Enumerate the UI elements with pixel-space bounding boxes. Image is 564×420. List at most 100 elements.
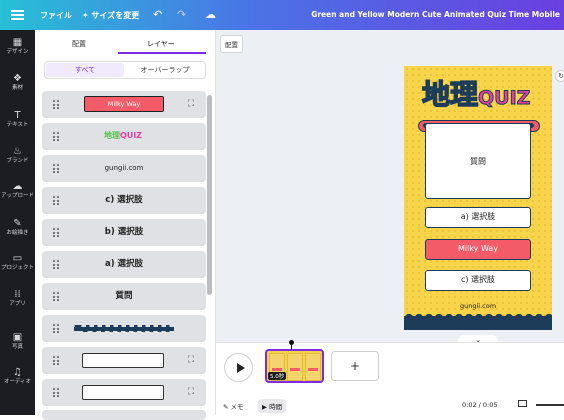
- rail-item-brand[interactable]: ♨ ブランド: [0, 147, 35, 165]
- logo-part-a: 地理: [421, 77, 479, 112]
- bottom-wave[interactable]: [404, 312, 552, 330]
- layer-row[interactable]: 地理QUIZ: [42, 123, 206, 150]
- left-rail: ▦ デザイン ❖ 素材 T テキスト ♨ ブランド ☁ アップロード ✎ お絵描き ▭ プロジ…: [0, 30, 35, 415]
- rail-label: 写真: [11, 344, 23, 350]
- upload-icon: ☁: [12, 181, 23, 192]
- rail-item-text[interactable]: T テキスト: [0, 111, 35, 129]
- zoom-slider[interactable]: [536, 404, 564, 406]
- rail-item-design[interactable]: ▦ デザイン: [0, 38, 35, 56]
- layer-row[interactable]: [42, 410, 206, 420]
- timer-label: 時間: [269, 403, 283, 411]
- logo-part-a: 地理: [104, 131, 120, 140]
- option-b[interactable]: Milky Way: [425, 239, 531, 260]
- playhead-line: [291, 344, 292, 350]
- layer-row[interactable]: 質問: [42, 283, 206, 310]
- clip-duration: 5.0秒: [268, 372, 287, 380]
- drag-handle-icon[interactable]: [53, 324, 59, 333]
- rail-item-projects[interactable]: ▭ プロジェクト: [0, 254, 35, 272]
- question-card[interactable]: 質問: [425, 123, 531, 199]
- rail-label: デザイン: [6, 49, 29, 55]
- layer-row[interactable]: c) 選択肢: [42, 187, 206, 214]
- layer-filter-toggle: すべて オーバーラップ: [44, 61, 206, 79]
- cloud-save-icon[interactable]: ☁: [205, 8, 216, 21]
- layer-label: c) 選択肢: [105, 195, 143, 205]
- notes-button[interactable]: ✎ メモ: [223, 401, 244, 411]
- rail-label: アップロード: [0, 193, 34, 199]
- layer-preview-wave-crest: [74, 325, 174, 332]
- filter-all-button[interactable]: すべて: [46, 63, 124, 77]
- rail-label: ブランド: [6, 158, 29, 164]
- resize-label: サイズを変更: [91, 11, 140, 20]
- rail-item-draw[interactable]: ✎ お絵描き: [0, 219, 35, 237]
- rail-item-uploads[interactable]: ☁ アップロード: [0, 182, 35, 200]
- drag-handle-icon[interactable]: [53, 356, 59, 365]
- rail-label: アプリ: [9, 301, 26, 307]
- play-icon: [237, 363, 245, 373]
- design-page[interactable]: 地理QUIZ 質問 a) 選択肢 Milky Way c) 選択肢 gungii…: [404, 66, 552, 330]
- notes-label: メモ: [230, 403, 244, 411]
- apps-icon: ⁞⁞: [14, 289, 21, 300]
- refresh-icon[interactable]: ↻: [555, 70, 564, 82]
- rail-label: オーディオ: [3, 379, 32, 385]
- option-c[interactable]: c) 選択肢: [425, 270, 531, 291]
- layer-row[interactable]: ⛶: [42, 379, 206, 406]
- tab-layers[interactable]: レイヤー: [147, 39, 175, 49]
- rail-item-elements[interactable]: ❖ 素材: [0, 74, 35, 92]
- resize-button[interactable]: ✦ サイズを変更: [82, 10, 139, 21]
- playback-counter: 0:02 / 0:05: [462, 401, 498, 409]
- photo-icon: ▣: [12, 332, 23, 343]
- layers-panel: 配置 レイヤー すべて オーバーラップ Milky Way ⛶ 地理QUIZ g…: [35, 30, 216, 420]
- file-menu[interactable]: ファイル: [40, 10, 72, 21]
- layer-row[interactable]: b) 選択肢: [42, 219, 206, 246]
- arrange-button[interactable]: 配置: [220, 35, 243, 53]
- rail-item-audio[interactable]: ♫ オーディオ: [0, 368, 35, 386]
- music-icon: ♫: [13, 367, 22, 378]
- play-button[interactable]: [224, 353, 253, 382]
- layer-label: a) 選択肢: [104, 259, 144, 269]
- group-icon[interactable]: ⛶: [186, 387, 196, 397]
- notes-icon: ✎: [223, 403, 229, 411]
- clip-frame: [287, 353, 303, 381]
- bottom-bar: ✎ メモ ▶ 時間 0:02 / 0:05: [216, 396, 564, 415]
- layer-label: gungii.com: [104, 164, 144, 172]
- group-icon[interactable]: ⛶: [186, 99, 196, 109]
- drag-handle-icon[interactable]: [53, 388, 59, 397]
- option-a[interactable]: a) 選択肢: [425, 207, 531, 228]
- layer-preview-box: [82, 385, 164, 400]
- layer-label: 質問: [115, 291, 133, 301]
- rail-label: テキスト: [6, 122, 29, 128]
- group-icon[interactable]: ⛶: [186, 355, 196, 365]
- layers-scrollbar[interactable]: [207, 95, 212, 295]
- top-bar: ファイル ✦ サイズを変更 ↶ ↷ ☁ Green and Yellow Mod…: [0, 0, 564, 30]
- rail-item-apps[interactable]: ⁞⁞ アプリ: [0, 290, 35, 308]
- rail-label: 素材: [11, 85, 23, 91]
- text-icon: T: [14, 110, 21, 121]
- quiz-logo[interactable]: 地理QUIZ: [421, 73, 542, 112]
- layer-row[interactable]: Milky Way ⛶: [42, 91, 206, 118]
- layer-row[interactable]: [42, 315, 206, 342]
- tab-arrange[interactable]: 配置: [72, 39, 86, 49]
- drag-handle-icon[interactable]: [53, 100, 59, 109]
- document-title[interactable]: Green and Yellow Modern Cute Animated Qu…: [311, 10, 560, 19]
- rail-item-photos[interactable]: ▣ 写真: [0, 333, 35, 351]
- brand-icon: ♨: [13, 146, 22, 157]
- layer-preview-box: [82, 353, 164, 368]
- panel-tabs: 配置 レイヤー: [35, 30, 216, 54]
- active-tab-indicator: [118, 52, 206, 54]
- layer-preview-logo: 地理QUIZ: [104, 130, 142, 141]
- layer-row[interactable]: gungii.com: [42, 155, 206, 182]
- undo-icon[interactable]: ↶: [153, 8, 162, 21]
- rail-label: お絵描き: [6, 230, 29, 236]
- timeline-clip[interactable]: 5.0秒: [265, 349, 324, 383]
- drag-handle-icon[interactable]: [53, 132, 59, 141]
- timer-button[interactable]: ▶ 時間: [258, 399, 287, 413]
- layer-row[interactable]: a) 選択肢: [42, 251, 206, 278]
- layer-row[interactable]: ⛶: [42, 347, 206, 374]
- menu-icon[interactable]: [11, 10, 24, 20]
- timer-icon: ▶: [262, 403, 267, 411]
- filter-overlap-button[interactable]: オーバーラップ: [125, 63, 205, 77]
- footer-url[interactable]: gungii.com: [404, 302, 552, 310]
- redo-icon[interactable]: ↷: [177, 8, 186, 21]
- present-icon[interactable]: [518, 400, 527, 407]
- add-page-button[interactable]: +: [331, 351, 379, 381]
